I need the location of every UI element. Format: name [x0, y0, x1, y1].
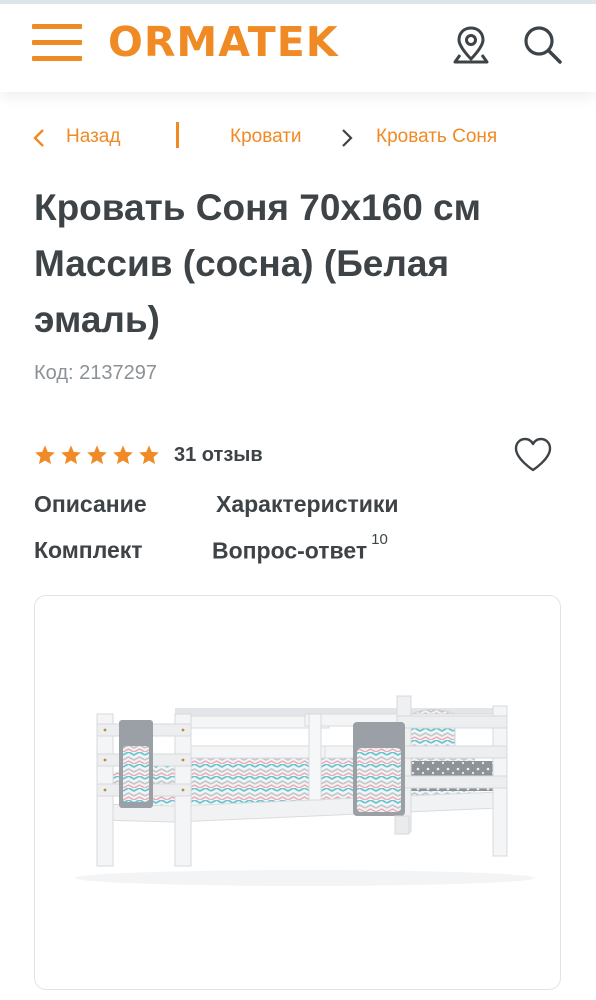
site-header: ORMATEK — [0, 4, 596, 92]
qa-count-badge: 10 — [371, 531, 388, 548]
heart-outline-icon[interactable] — [512, 436, 554, 474]
star-icon — [35, 445, 55, 465]
location-pin-icon[interactable] — [450, 22, 494, 66]
breadcrumb-current-link[interactable]: Кровать Соня — [376, 126, 497, 148]
search-icon[interactable] — [520, 22, 564, 66]
star-icon — [87, 445, 107, 465]
product-image[interactable] — [34, 595, 561, 990]
star-icon — [113, 445, 133, 465]
breadcrumb: Назад Кровати Кровать Соня — [32, 122, 572, 154]
chevron-left-icon[interactable] — [32, 128, 46, 154]
reviews-link[interactable]: 31 отзыв — [174, 444, 263, 467]
star-icon — [139, 445, 159, 465]
breadcrumb-back-link[interactable]: Назад — [66, 126, 120, 148]
tab-description[interactable]: Описание — [34, 491, 147, 518]
site-logo[interactable]: ORMATEK — [108, 18, 339, 66]
tab-specifications[interactable]: Характеристики — [216, 491, 399, 518]
page-title: Кровать Соня 70х160 см Массив (сосна) (Б… — [34, 187, 481, 340]
tab-questions-answers[interactable]: Вопрос-ответ 10 — [212, 531, 388, 565]
product-rating: 31 отзыв — [34, 442, 263, 468]
chevron-right-icon — [340, 128, 354, 154]
star-icon — [61, 445, 81, 465]
tab-qa-label: Вопрос-ответ — [212, 537, 368, 564]
hamburger-menu-icon[interactable] — [32, 24, 84, 62]
breadcrumb-divider — [176, 122, 179, 148]
breadcrumb-category-link[interactable]: Кровати — [230, 126, 302, 148]
tab-kit[interactable]: Комплект — [34, 537, 143, 564]
product-code: Код: 2137297 — [34, 362, 157, 384]
rating-stars[interactable] — [34, 444, 160, 466]
